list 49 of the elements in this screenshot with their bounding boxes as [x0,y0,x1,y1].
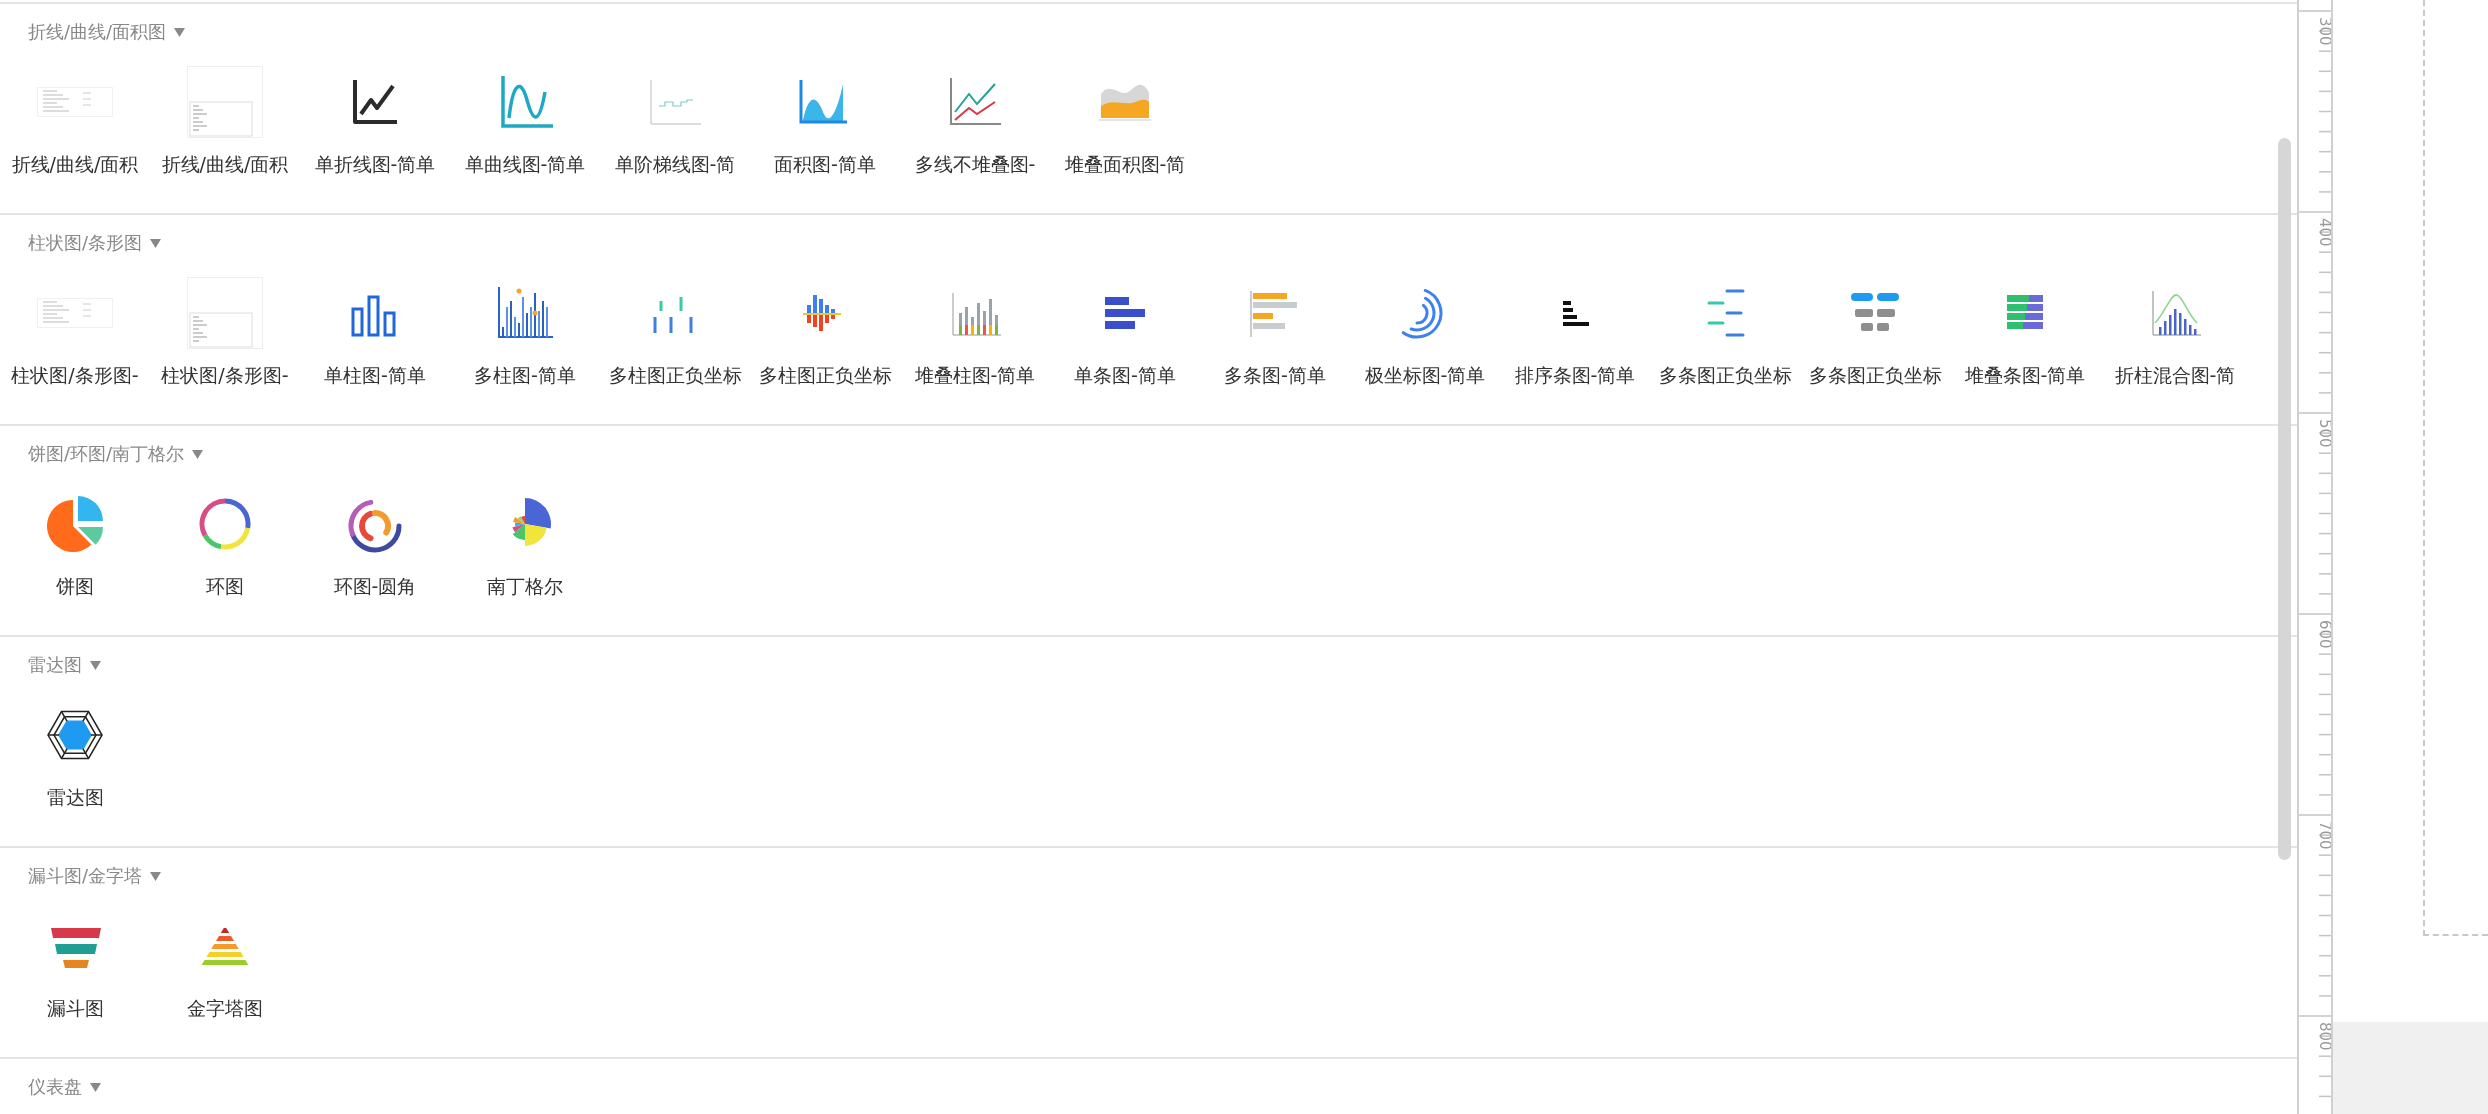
chart-type-label[interactable]: 多条图正负坐标 [1808,363,1942,389]
chart-type-label[interactable]: 多柱图正负坐标 [608,363,742,389]
caret-icon[interactable] [150,870,162,882]
chart-type-label[interactable]: 多柱图-简单 [474,363,576,389]
section-title[interactable]: 折线/曲线/面积图 [28,20,167,44]
chart-type-label[interactable]: 单折线图-简单 [314,152,436,178]
chart-type-label[interactable]: 环图-圆角 [333,574,417,600]
chart-type-label[interactable]: 折柱混合图-简 [2114,363,2236,389]
chart-type-label[interactable]: 单曲线图-简单 [464,152,586,178]
chart-type-label[interactable]: 折线/曲线/面积 [161,152,289,178]
section-title[interactable]: 仪表盘 [28,1075,82,1099]
ruler-label: 300 [2316,17,2331,46]
section-title[interactable]: 雷达图 [28,653,82,677]
caret-icon[interactable] [174,26,186,38]
ruler-label: 500 [2316,419,2331,448]
ruler-label: 600 [2316,620,2331,649]
chart-type-label[interactable]: 极坐标图-简单 [1364,363,1486,389]
chart-type-label[interactable]: 堆叠条图-简单 [1964,363,2086,389]
chart-type-label[interactable]: 多条图正负坐标 [1658,363,1792,389]
chart-type-label[interactable]: 多条图-简单 [1224,363,1326,389]
chart-type-label[interactable]: 面积图-简单 [774,152,876,178]
chart-type-label[interactable]: 柱状图/条形图- [11,363,139,389]
caret-icon[interactable] [90,659,101,671]
chart-type-label[interactable]: 单柱图-简单 [324,363,426,389]
chart-type-label[interactable]: 金字塔图 [187,996,263,1022]
ruler-label: 700 [2316,821,2331,850]
chart-type-label[interactable]: 饼图 [56,574,94,600]
chart-type-label[interactable]: 雷达图 [46,785,104,811]
chart-type-label[interactable]: 单条图-简单 [1074,363,1176,389]
pie-chart-icon [45,494,105,554]
caret-icon[interactable] [150,237,162,249]
caret-icon[interactable] [90,1081,101,1093]
section-title[interactable]: 饼图/环图/南丁格尔 [28,442,185,466]
chart-type-label[interactable]: 排序条图-简单 [1514,363,1636,389]
chart-type-label[interactable]: 漏斗图 [46,996,104,1022]
chart-type-label[interactable]: 柱状图/条形图- [161,363,289,389]
chart-type-label[interactable]: 堆叠面积图-简 [1064,152,1186,178]
chart-type-label[interactable]: 多柱图正负坐标 [758,363,892,389]
ruler-label: 400 [2316,218,2331,247]
section-title[interactable]: 柱状图/条形图 [28,231,143,255]
chart-type-label[interactable]: 多线不堆叠图- [914,152,1036,178]
chart-type-label[interactable]: 折线/曲线/面积 [11,152,139,178]
chart-type-label[interactable]: 堆叠柱图-简单 [914,363,1036,389]
caret-icon[interactable] [192,448,204,460]
chart-type-label[interactable]: 南丁格尔 [487,574,563,600]
section-title[interactable]: 漏斗图/金字塔 [28,864,143,888]
ruler-label: 800 [2316,1022,2331,1051]
chart-type-label[interactable]: 环图 [206,574,244,600]
chart-type-label[interactable]: 单阶梯线图-简 [614,152,736,178]
